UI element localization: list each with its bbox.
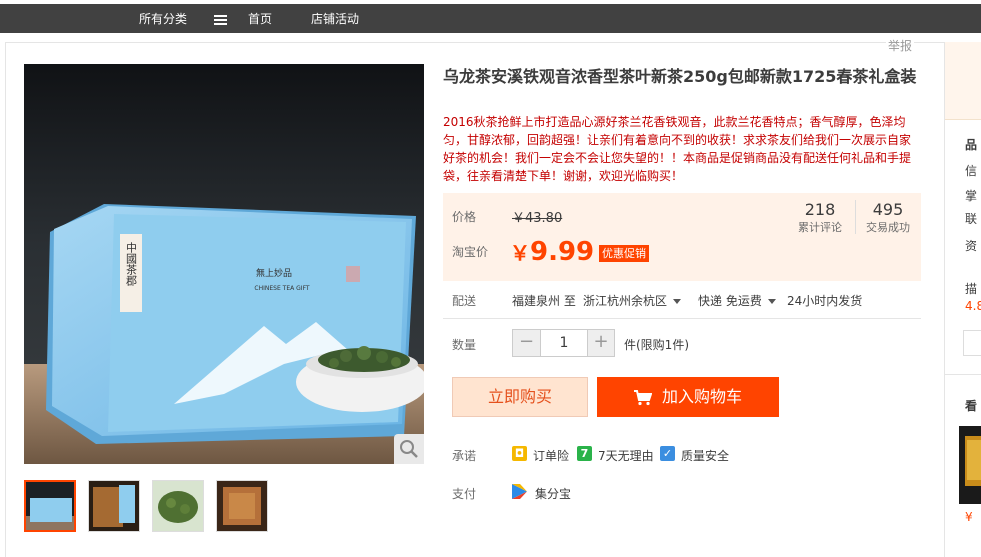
promo-badge[interactable]: 优惠促销 <box>599 245 649 262</box>
chevron-down-icon <box>767 299 776 304</box>
shop-rating-label: 描 <box>965 282 978 296</box>
recommended-price: ¥ <box>965 510 973 524</box>
shop-info-title: 品 <box>965 138 978 152</box>
currency-symbol: ￥ <box>510 241 530 265</box>
chevron-down-icon <box>673 299 682 304</box>
taobao-price-label: 淘宝价 <box>452 245 489 259</box>
list-menu-icon[interactable] <box>214 15 227 25</box>
jifenbao-icon <box>512 484 527 499</box>
quantity-input[interactable]: 1 <box>540 330 588 356</box>
payment-method[interactable]: 集分宝 <box>535 485 571 502</box>
shop-banner[interactable] <box>945 42 981 120</box>
report-link[interactable]: 举报 <box>886 37 915 54</box>
thumbnail-4[interactable] <box>216 480 268 532</box>
payment-label: 支付 <box>452 487 477 501</box>
quantity-stepper: − 1 + <box>512 329 615 357</box>
quality-safe-icon: ✓ <box>660 446 675 461</box>
order-insurance-icon: ◘ <box>512 446 527 461</box>
sales-label: 交易成功 <box>866 221 910 234</box>
see-more-title: 看 <box>965 399 978 413</box>
divider <box>945 374 981 375</box>
promise-item-3[interactable]: 质量安全 <box>681 447 729 464</box>
thumbnail-1[interactable] <box>24 480 76 532</box>
tea-box-photo: 中國茶郡 無上妙品 CHINESE TEA GIFT <box>24 64 424 464</box>
shipping-label: 配送 <box>452 294 477 308</box>
quantity-limit: 件(限购1件) <box>624 338 689 352</box>
nav-home[interactable]: 首页 <box>248 4 272 33</box>
original-price: ￥43.80 <box>512 211 563 226</box>
price-label: 价格 <box>452 210 477 224</box>
shop-info-sidebar: 品 信 掌 联 资 描 4.8 看 ¥ <box>944 42 981 557</box>
increase-button[interactable]: + <box>588 330 614 356</box>
review-stat[interactable]: 218 累计评论 <box>787 200 853 236</box>
add-to-cart-label: 加入购物车 <box>661 387 742 406</box>
shop-rating-value: 4.8 <box>965 299 981 313</box>
price-value: 9.99 <box>530 237 595 267</box>
buy-now-button[interactable]: 立即购买 <box>452 377 588 417</box>
shop-info-line-3: 联 <box>965 212 978 226</box>
quantity-label: 数量 <box>452 338 477 352</box>
sales-stat[interactable]: 495 交易成功 <box>855 200 921 236</box>
top-nav-bar: 所有分类 首页 店铺活动 <box>0 4 981 33</box>
promise-label: 承诺 <box>452 449 477 463</box>
product-subtitle: 2016秋茶抢鲜上市打造品心源好茶兰花香铁观音，此款兰花香特点；香气醇厚，色泽均… <box>443 115 912 183</box>
ship-method-select[interactable]: 快递 免运费 <box>698 292 776 309</box>
cart-icon <box>633 389 652 405</box>
seven-day-return-icon: 7 <box>577 446 592 461</box>
thumbnail-3[interactable] <box>152 480 204 532</box>
nav-shop-activity[interactable]: 店铺活动 <box>311 4 359 33</box>
current-price: ￥9.99 <box>510 237 594 267</box>
decrease-button[interactable]: − <box>513 330 540 356</box>
box-subtitle-text: CHINESE TEA GIFT <box>254 285 309 292</box>
ship-to-text: 浙江杭州余杭区 <box>583 294 668 308</box>
ship-from: 福建泉州 至 <box>512 294 576 308</box>
promise-item-2[interactable]: 7天无理由 <box>598 447 654 464</box>
sales-count: 495 <box>872 200 904 219</box>
nav-all-categories[interactable]: 所有分类 <box>139 4 187 33</box>
shop-info-line-4: 资 <box>965 239 978 253</box>
review-count: 218 <box>804 200 836 219</box>
box-label-text: 無上妙品 <box>256 267 292 279</box>
box-brand-text: 中國茶郡 <box>125 242 138 287</box>
ship-to-select[interactable]: 浙江杭州余杭区 <box>583 292 682 309</box>
review-label: 累计评论 <box>798 221 842 234</box>
product-title: 乌龙茶安溪铁观音浓香型茶叶新茶250g包邮新款1725春茶礼盒装 <box>443 67 917 86</box>
promise-item-1[interactable]: 订单险 <box>533 447 569 464</box>
add-to-cart-button[interactable]: 加入购物车 <box>597 377 779 417</box>
zoom-button[interactable] <box>394 434 424 464</box>
magnifier-icon <box>400 440 418 458</box>
ship-method-text: 快递 免运费 <box>698 294 762 308</box>
ship-time: 24小时内发货 <box>787 294 863 308</box>
thumbnail-2[interactable] <box>88 480 140 532</box>
shop-info-line-1: 信 <box>965 164 978 178</box>
main-product-image[interactable]: 中國茶郡 無上妙品 CHINESE TEA GIFT <box>24 64 424 464</box>
recommended-product-image[interactable] <box>959 426 981 504</box>
shop-info-line-2: 掌 <box>965 189 978 203</box>
shop-action-button[interactable] <box>963 330 981 356</box>
divider <box>443 318 921 319</box>
